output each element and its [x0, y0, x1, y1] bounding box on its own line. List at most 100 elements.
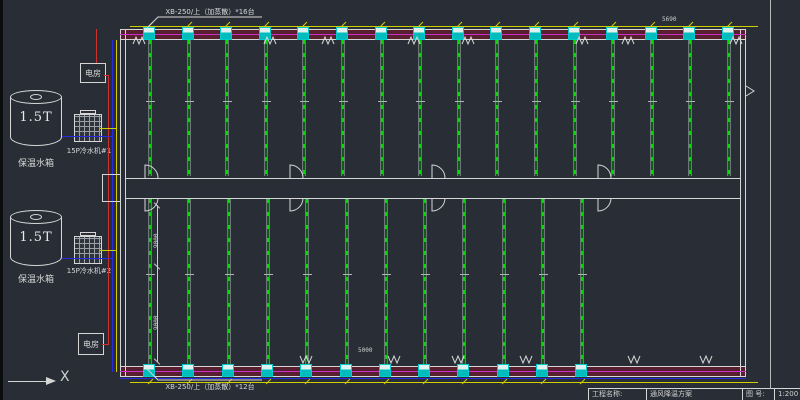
power-room-top: 电房 — [80, 63, 106, 83]
red-wire — [96, 29, 97, 63]
fan-unit — [143, 364, 155, 377]
duct-line — [534, 40, 538, 176]
vertical-dimension-lower: 9000 — [153, 316, 160, 330]
duct-line — [187, 199, 191, 365]
duct-line — [227, 199, 231, 365]
chiller-top — [74, 114, 102, 142]
yellow-pipe-riser — [116, 40, 117, 372]
wall-break-icon — [388, 356, 400, 363]
fan-unit — [452, 27, 464, 40]
duct-line — [264, 40, 268, 176]
fan-unit — [413, 27, 425, 40]
dimension-text-top: 5690 — [662, 16, 676, 23]
tank-top-label: 保温水箱 — [6, 156, 66, 169]
chiller-bottom — [74, 236, 102, 264]
duct-line — [541, 199, 545, 365]
yellow-pipe — [100, 128, 117, 129]
vertical-dimension-upper: 9000 — [153, 234, 160, 248]
power-room-bottom-label: 电房 — [79, 335, 103, 355]
wall-break-icon — [520, 356, 532, 363]
magenta-pipe-bottom — [120, 371, 746, 372]
fan-unit — [261, 364, 273, 377]
fan-unit — [220, 27, 232, 40]
water-tank-bottom: 1.5T — [10, 210, 62, 270]
fan-unit — [336, 27, 348, 40]
x-axis-arrow-icon — [46, 377, 56, 385]
top-row-annotation: XB-250/上（加蒸散）*16台 — [150, 7, 270, 17]
door-arc — [432, 198, 445, 211]
fan-unit — [722, 27, 734, 40]
cad-drawing-area[interactable]: 电房 1.5T 保温水箱 15P冷水机#1 1.5T 保温水箱 15P冷水机#2… — [0, 0, 800, 400]
duct-line — [580, 199, 584, 365]
wall-break-icon — [746, 86, 754, 96]
duct-line — [502, 199, 506, 365]
fan-unit — [375, 27, 387, 40]
duct-line — [384, 199, 388, 365]
duct-line — [423, 199, 427, 365]
dimension-text-bottom: 5000 — [358, 347, 372, 354]
tank-cap — [30, 94, 42, 100]
project-name-value: 通风降温方案 — [646, 389, 742, 400]
power-room-top-label: 电房 — [81, 64, 105, 84]
fan-unit — [536, 364, 548, 377]
title-block: 工程名称: 通风降温方案 图 号: 1:200 50 — [588, 388, 800, 400]
wall-break-icon — [700, 356, 712, 363]
red-wire-stub — [102, 344, 109, 345]
water-tank-top: 1.5T — [10, 90, 62, 156]
tank-capacity: 1.5T — [10, 110, 62, 125]
fan-unit — [143, 27, 155, 40]
corridor-wall-lower — [126, 198, 740, 199]
right-wall — [740, 29, 746, 377]
duct-line — [688, 40, 692, 176]
duct-line — [148, 40, 152, 176]
fan-unit — [490, 27, 502, 40]
fan-unit — [606, 27, 618, 40]
fan-unit — [300, 364, 312, 377]
duct-line — [302, 40, 306, 176]
duct-line — [418, 40, 422, 176]
duct-line — [345, 199, 349, 365]
sheet-number-label: 图 号: — [742, 389, 774, 400]
duct-line — [573, 40, 577, 176]
duct-line — [495, 40, 499, 176]
sheet-border — [770, 0, 771, 388]
entrance-vestibule — [102, 174, 120, 202]
fan-unit — [182, 27, 194, 40]
power-room-bottom: 电房 — [78, 333, 104, 355]
duct-line — [380, 40, 384, 176]
door-arc — [432, 165, 445, 178]
project-name-label: 工程名称: — [588, 389, 646, 400]
red-wire-riser — [108, 75, 109, 345]
canvas-edge — [0, 0, 3, 400]
vertical-dimension-line — [157, 205, 158, 362]
left-wall — [120, 29, 126, 377]
fan-unit — [497, 364, 509, 377]
corridor-wall-upper — [126, 178, 740, 179]
fan-unit — [645, 27, 657, 40]
duct-line — [225, 40, 229, 176]
blue-pipe — [62, 258, 113, 259]
fan-unit — [457, 364, 469, 377]
yellow-pipe — [100, 250, 117, 251]
fan-unit — [182, 364, 194, 377]
blue-pipe-riser — [112, 40, 113, 372]
fan-unit — [379, 364, 391, 377]
red-wire-stub — [104, 75, 109, 76]
fan-unit — [222, 364, 234, 377]
door-arc — [290, 198, 303, 211]
wall-break-icon — [628, 356, 640, 363]
duct-line — [266, 199, 270, 365]
x-axis-label: X — [60, 369, 70, 385]
x-axis-line — [8, 381, 48, 382]
blue-pipe-bottom — [120, 378, 746, 379]
duct-line — [650, 40, 654, 176]
sheet-number-value: 1:200 50 — [774, 389, 800, 400]
door-arc — [598, 165, 611, 178]
tank-cap — [30, 214, 42, 220]
duct-line — [727, 40, 731, 176]
fan-unit — [259, 27, 271, 40]
fan-unit — [340, 364, 352, 377]
duct-line — [462, 199, 466, 365]
fan-unit — [418, 364, 430, 377]
fan-unit — [683, 27, 695, 40]
